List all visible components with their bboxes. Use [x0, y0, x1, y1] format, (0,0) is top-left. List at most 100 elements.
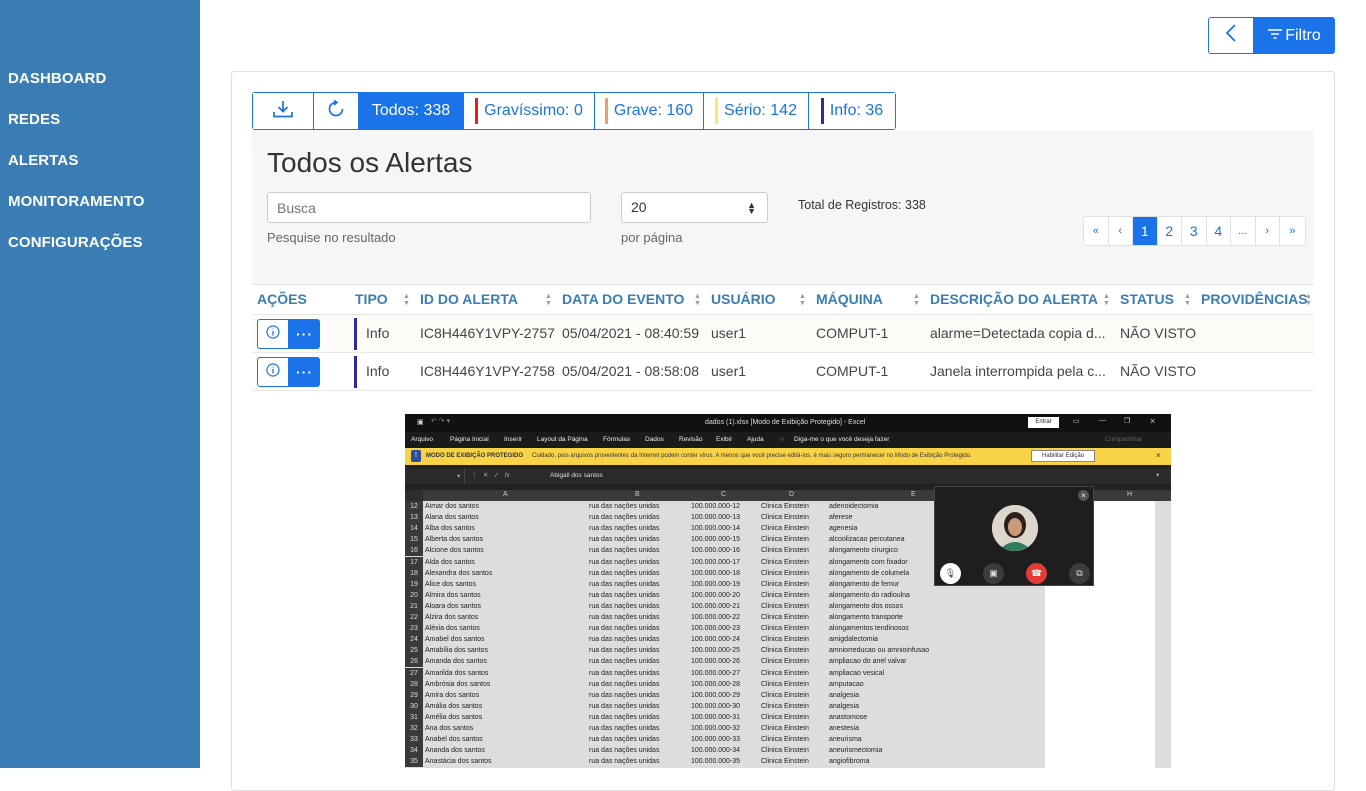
col-tipo[interactable]: TIPO: [355, 291, 388, 307]
col-data-evento[interactable]: DATA DO EVENTO: [562, 291, 684, 307]
cell-tipo: Info: [366, 363, 390, 379]
tab-info[interactable]: Info: 36: [809, 93, 895, 129]
sidebar-item-alertas[interactable]: ALERTAS: [8, 152, 78, 169]
excel-ribbon: Arquivo Página Inicial Inserir Layout da…: [405, 432, 1171, 448]
close-icon: ×: [1150, 416, 1156, 426]
page-next[interactable]: ›: [1256, 217, 1280, 245]
filter-label: Filtro: [1285, 26, 1321, 44]
page-last[interactable]: »: [1280, 217, 1305, 245]
spreadsheet-cell: Clinica Einstein: [761, 758, 809, 766]
ribbon-tab: Página Inicial: [450, 436, 489, 443]
ribbon-tab: Revisão: [679, 436, 703, 443]
sort-icon[interactable]: ▲ ▼: [403, 293, 410, 307]
spreadsheet-cell: 100.000.000-20: [691, 591, 741, 599]
sort-icon[interactable]: ▲ ▼: [1184, 293, 1191, 307]
sidebar-item-configuracoes[interactable]: CONFIGURAÇÕES: [8, 234, 143, 251]
spreadsheet-cell: rua das nações unidas: [589, 547, 660, 555]
spreadsheet-cell: Alcione dos santos: [425, 547, 484, 555]
col-status[interactable]: STATUS: [1120, 291, 1174, 307]
spreadsheet-cell: 100.000.000-26: [691, 658, 741, 666]
spreadsheet-cell: Clinica Einstein: [761, 747, 809, 755]
spreadsheet-cell: alongamento com fixador: [829, 558, 908, 566]
spreadsheet-cell: Clinica Einstein: [761, 503, 809, 510]
severity-bar-gravissimo: [475, 98, 479, 124]
tab-serio[interactable]: Sério: 142: [704, 93, 809, 129]
tell-me-box: Diga-me o que você deseja fazer: [794, 436, 890, 443]
excel-window-title: dados (1).xlsx [Modo de Exibição Protegi…: [705, 419, 866, 426]
spreadsheet-cell: Clinica Einstein: [761, 591, 809, 599]
spreadsheet-cell: Alexandra dos santos: [425, 569, 493, 577]
col-usuario[interactable]: USUÁRIO: [711, 291, 776, 307]
page-2[interactable]: 2: [1158, 217, 1182, 245]
refresh-button[interactable]: [314, 93, 359, 129]
row-number: 35: [405, 756, 423, 768]
spreadsheet-cell: alcoolizacao percutanea: [829, 536, 905, 544]
page-first[interactable]: «: [1084, 217, 1109, 245]
page-ellipsis[interactable]: ...: [1231, 217, 1256, 245]
col-providencias[interactable]: PROVIDÊNCIAS: [1201, 291, 1308, 307]
spreadsheet-cell: Ambrósia dos santos: [425, 680, 491, 688]
sort-icon[interactable]: ▲ ▼: [799, 293, 806, 307]
filter-button[interactable]: Filtro: [1254, 17, 1335, 54]
spreadsheet-cell: rua das nações unidas: [589, 636, 660, 644]
spreadsheet-cell: rua das nações unidas: [589, 614, 660, 621]
spreadsheet-cell: rua das nações unidas: [589, 702, 660, 710]
tab-todos[interactable]: Todos: 338: [359, 93, 464, 129]
spreadsheet-cell: rua das nações unidas: [589, 514, 660, 522]
col-maquina[interactable]: MÁQUINA: [816, 291, 883, 307]
spreadsheet-cell: rua das nações unidas: [589, 625, 660, 633]
spreadsheet-cell: aneurisma: [829, 736, 862, 744]
spreadsheet-cell: Alana dos santos: [425, 514, 479, 522]
spreadsheet-cell: rua das nações unidas: [589, 669, 660, 677]
pagination: « ‹ 1 2 3 4 ... › »: [1083, 216, 1306, 246]
severity-bar-info: [820, 98, 824, 124]
spreadsheet-cell: rua das nações unidas: [589, 736, 660, 744]
sidebar-item-dashboard[interactable]: DASHBOARD: [8, 70, 106, 87]
undo-icon: ↶ ↷ ▾: [431, 418, 451, 425]
tab-gravissimo[interactable]: Gravíssimo: 0: [464, 93, 595, 129]
page-3[interactable]: 3: [1182, 217, 1207, 245]
cell-id: IC8H446Y1VPY-2757: [420, 325, 555, 341]
info-button[interactable]: [257, 357, 289, 387]
page-prev[interactable]: ‹: [1109, 217, 1133, 245]
spreadsheet-cell: Alice dos santos: [425, 580, 476, 588]
sort-icon[interactable]: ▲ ▼: [694, 293, 701, 307]
spreadsheet-cell: Amabília dos santos: [425, 647, 489, 655]
row-number: 15: [405, 534, 423, 546]
spreadsheet-cell: Anastácia dos santos: [425, 758, 492, 766]
col-id-alerta[interactable]: ID DO ALERTA: [420, 291, 518, 307]
row-number: 14: [405, 523, 423, 535]
save-icon: ▣: [417, 419, 424, 426]
sort-icon[interactable]: ▲ ▼: [545, 293, 552, 307]
back-button[interactable]: [1208, 17, 1254, 54]
tab-grave[interactable]: Grave: 160: [595, 93, 704, 129]
page-4[interactable]: 4: [1207, 217, 1231, 245]
ribbon-tab: Arquivo: [411, 436, 434, 443]
sidebar-item-redes[interactable]: REDES: [8, 111, 60, 128]
search-input[interactable]: [267, 192, 591, 223]
spreadsheet-cell: Ana dos santos: [425, 725, 474, 732]
page-1[interactable]: 1: [1133, 217, 1158, 245]
spreadsheet-cell: rua das nações unidas: [589, 758, 660, 766]
refresh-icon: [327, 99, 345, 123]
more-options-button[interactable]: ···: [289, 319, 320, 349]
spreadsheet-cell: 100.000.000-16: [691, 547, 741, 555]
sort-icon[interactable]: ▲ ▼: [913, 293, 920, 307]
spreadsheet-cell: aneurismectomia: [829, 747, 883, 755]
cell-data: 05/04/2021 - 08:58:08: [562, 363, 700, 379]
sort-icon[interactable]: ▲ ▼: [1305, 293, 1312, 307]
spreadsheet-cell: Clinica Einstein: [761, 702, 809, 710]
download-button[interactable]: [253, 93, 314, 129]
info-icon: [266, 362, 280, 382]
video-call-overlay: × 🎙 ▣ ☎ ⧉: [934, 486, 1094, 586]
sidebar-item-monitoramento[interactable]: MONITORAMENTO: [8, 193, 145, 210]
page-size-select[interactable]: 20 ▲ ▼: [621, 192, 768, 223]
sort-icon[interactable]: ▲ ▼: [1103, 293, 1110, 307]
spreadsheet-cell: amniorreducao ou amnioinfusao: [829, 647, 930, 655]
spreadsheet-cell: rua das nações unidas: [589, 536, 660, 544]
microphone-icon: 🎙: [940, 563, 961, 584]
info-button[interactable]: [257, 319, 289, 349]
row-number: 28: [405, 678, 423, 690]
col-descricao[interactable]: DESCRIÇÃO DO ALERTA: [930, 291, 1098, 307]
more-options-button[interactable]: ···: [289, 357, 320, 387]
